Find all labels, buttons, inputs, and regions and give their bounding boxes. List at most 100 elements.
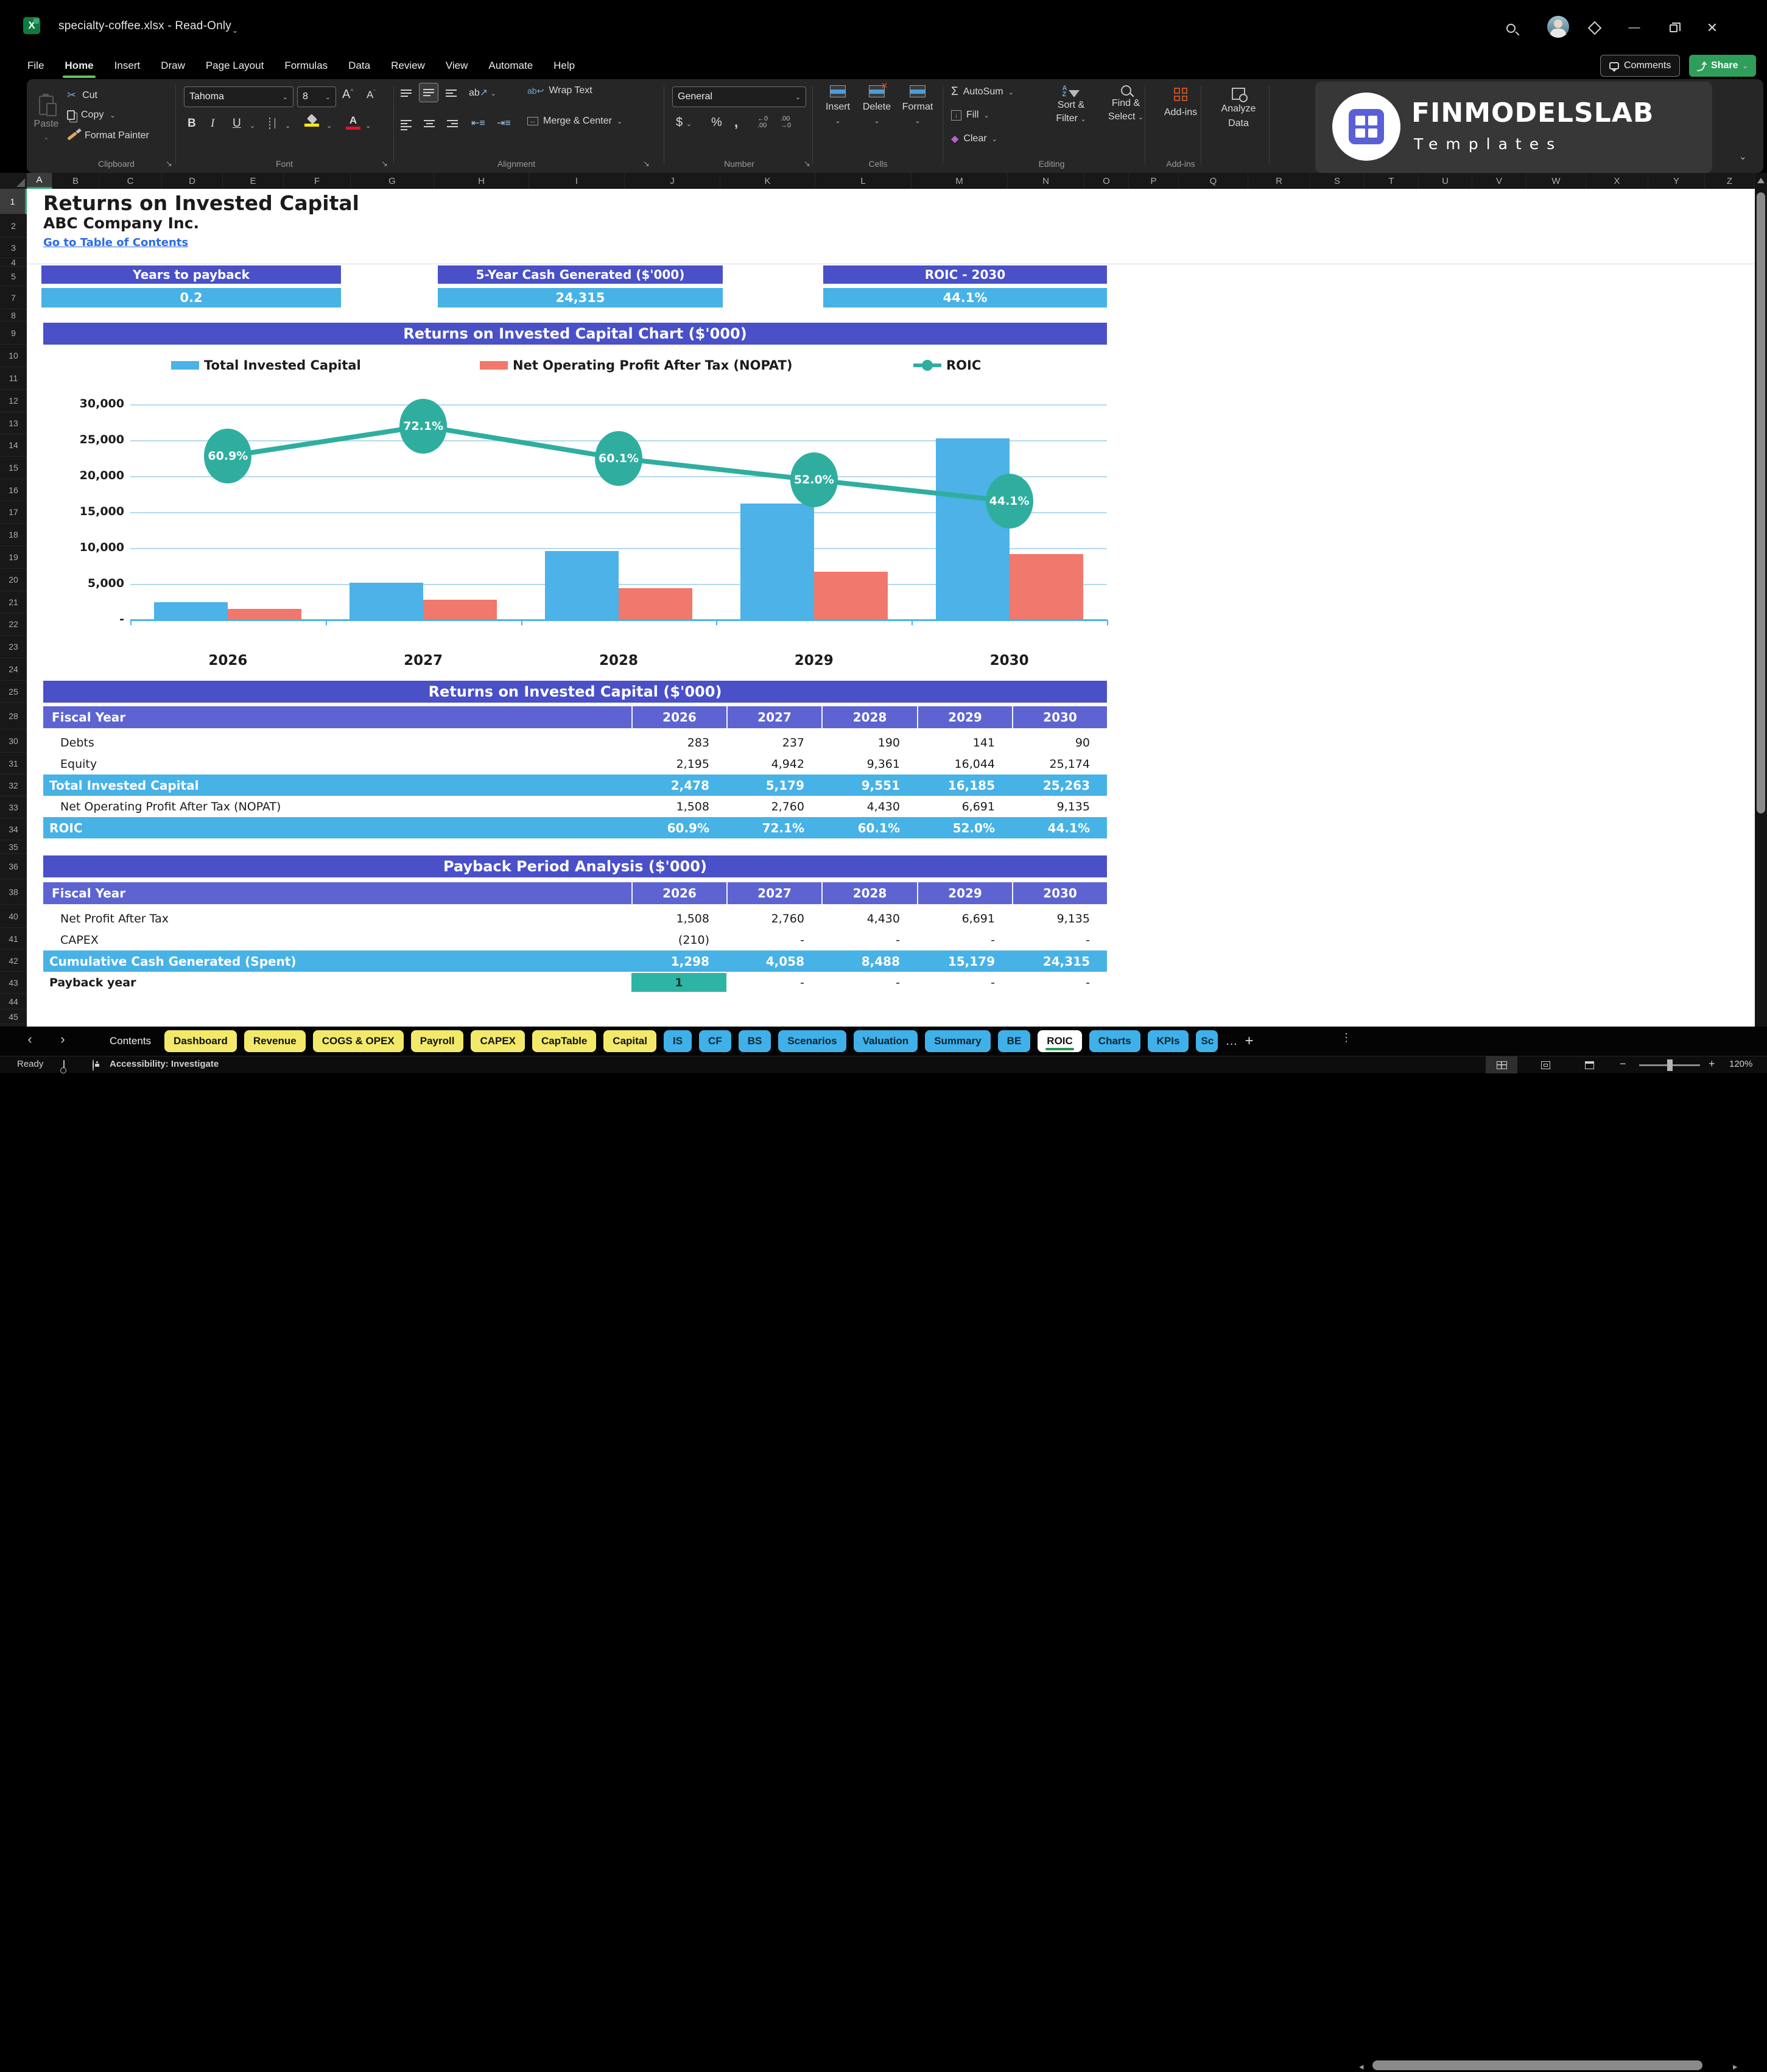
sheet-tab-capex[interactable]: CAPEX bbox=[471, 1030, 525, 1052]
tab-scroll-left[interactable]: ‹ bbox=[21, 1031, 39, 1047]
column-header-H[interactable]: H bbox=[434, 173, 529, 189]
sheet-tab-dashboard[interactable]: Dashboard bbox=[164, 1030, 237, 1052]
row-header-9[interactable]: 9 bbox=[0, 321, 27, 345]
align-left-button[interactable] bbox=[401, 118, 412, 132]
column-header-G[interactable]: G bbox=[351, 173, 434, 189]
align-top-button[interactable] bbox=[401, 88, 412, 99]
row-header-1[interactable]: 1 bbox=[0, 189, 27, 214]
column-header-D[interactable]: D bbox=[162, 173, 223, 189]
cut-button[interactable]: ✂ Cut bbox=[67, 89, 97, 102]
column-header-Z[interactable]: Z bbox=[1705, 173, 1755, 189]
menu-tab-view[interactable]: View bbox=[435, 55, 479, 77]
percent-style-button[interactable]: % bbox=[711, 116, 722, 130]
row-header-34[interactable]: 34 bbox=[0, 818, 27, 840]
zoom-level[interactable]: 120% bbox=[1729, 1059, 1752, 1069]
decrease-font-size-button[interactable]: Aˇ bbox=[367, 89, 376, 101]
sheet-tab-roic[interactable]: ROIC bbox=[1038, 1030, 1082, 1052]
sheet-tab-captable[interactable]: CapTable bbox=[532, 1030, 597, 1052]
sheet-tab-capital[interactable]: Capital bbox=[603, 1030, 656, 1052]
column-header-V[interactable]: V bbox=[1472, 173, 1526, 189]
comma-style-button[interactable]: , bbox=[734, 114, 738, 130]
italic-button[interactable]: I bbox=[211, 117, 214, 130]
clear-button[interactable]: ◆ Clear ⌄ bbox=[951, 133, 997, 145]
column-header-M[interactable]: M bbox=[912, 173, 1008, 189]
fill-color-chevron[interactable]: ⌄ bbox=[326, 122, 332, 130]
row-header-23[interactable]: 23 bbox=[0, 636, 27, 658]
row-header-16[interactable]: 16 bbox=[0, 479, 27, 501]
align-right-button[interactable] bbox=[447, 118, 458, 129]
underline-button[interactable]: U bbox=[233, 117, 241, 130]
row-header-38[interactable]: 38 bbox=[0, 879, 27, 905]
column-header-N[interactable]: N bbox=[1008, 173, 1084, 189]
row-header-3[interactable]: 3 bbox=[0, 237, 27, 258]
add-ins-button[interactable]: Add-ins bbox=[1154, 88, 1207, 118]
scroll-up-arrow[interactable] bbox=[1757, 178, 1765, 183]
format-cells-button[interactable]: Format ⌄ bbox=[899, 85, 936, 125]
page-layout-view-button[interactable] bbox=[1530, 1056, 1561, 1073]
row-header-15[interactable]: 15 bbox=[0, 457, 27, 479]
sheet-tab-revenue[interactable]: Revenue bbox=[244, 1030, 306, 1052]
sheet-tab-bs[interactable]: BS bbox=[738, 1030, 771, 1052]
page-break-view-button[interactable] bbox=[1573, 1056, 1605, 1073]
increase-font-size-button[interactable]: A^ bbox=[342, 88, 354, 102]
bold-button[interactable]: B bbox=[188, 117, 196, 130]
column-header-W[interactable]: W bbox=[1526, 173, 1586, 189]
row-header-36[interactable]: 36 bbox=[0, 854, 27, 879]
row-header-14[interactable]: 14 bbox=[0, 434, 27, 457]
menu-tab-home[interactable]: Home bbox=[54, 55, 104, 78]
row-header-12[interactable]: 12 bbox=[0, 390, 27, 412]
row-header-7[interactable]: 7 bbox=[0, 286, 27, 309]
insert-cells-button[interactable]: Insert ⌄ bbox=[820, 85, 856, 125]
sheet-tab-cogs-opex[interactable]: COGS & OPEX bbox=[312, 1030, 404, 1052]
row-header-5[interactable]: 5 bbox=[0, 267, 27, 286]
sheet-tab-valuation[interactable]: Valuation bbox=[853, 1030, 918, 1052]
row-header-19[interactable]: 19 bbox=[0, 546, 27, 569]
column-header-T[interactable]: T bbox=[1365, 173, 1419, 189]
column-header-Q[interactable]: Q bbox=[1179, 173, 1248, 189]
sheet-tab-kpis[interactable]: KPIs bbox=[1147, 1030, 1189, 1052]
menu-tab-file[interactable]: File bbox=[17, 55, 54, 77]
comments-button[interactable]: Comments bbox=[1600, 55, 1681, 77]
column-header-C[interactable]: C bbox=[99, 173, 162, 189]
menu-tab-insert[interactable]: Insert bbox=[104, 55, 151, 77]
row-header-13[interactable]: 13 bbox=[0, 412, 27, 434]
table-of-contents-link[interactable]: Go to Table of Contents bbox=[43, 236, 188, 249]
zoom-in-button[interactable]: + bbox=[1709, 1058, 1715, 1070]
share-button[interactable]: ⤴ Share ⌄ bbox=[1689, 55, 1756, 77]
row-header-17[interactable]: 17 bbox=[0, 501, 27, 524]
copy-button[interactable]: Copy ⌄ bbox=[67, 110, 116, 121]
column-header-X[interactable]: X bbox=[1586, 173, 1648, 189]
sheet-tab-summary[interactable]: Summary bbox=[925, 1030, 991, 1052]
restore-button[interactable] bbox=[1662, 18, 1684, 38]
font-size-select[interactable]: 8 ⌄ bbox=[297, 86, 336, 107]
column-header-J[interactable]: J bbox=[625, 173, 720, 189]
accessibility-icon[interactable] bbox=[93, 1059, 94, 1071]
delete-cells-button[interactable]: ✕ Delete ⌄ bbox=[859, 81, 895, 125]
font-dialog-launcher[interactable]: ↘ bbox=[381, 159, 388, 169]
row-header-21[interactable]: 21 bbox=[0, 591, 27, 613]
row-header-4[interactable]: 4 bbox=[0, 258, 27, 267]
menu-tab-page-layout[interactable]: Page Layout bbox=[195, 55, 274, 77]
row-header-8[interactable]: 8 bbox=[0, 309, 27, 321]
column-header-P[interactable]: P bbox=[1129, 173, 1179, 189]
fill-color-button[interactable] bbox=[304, 114, 319, 127]
sheet-tab-contents[interactable]: Contents bbox=[104, 1030, 157, 1052]
increase-decimal-button[interactable]: ←0.00 bbox=[757, 116, 768, 129]
fill-button[interactable]: ↓ Fill ⌄ bbox=[951, 110, 989, 121]
analyze-data-button[interactable]: Analyze Data bbox=[1209, 88, 1268, 129]
alignment-dialog-launcher[interactable]: ↘ bbox=[643, 159, 650, 169]
wrap-text-button[interactable]: ab↩ Wrap Text bbox=[527, 85, 592, 96]
menu-tab-review[interactable]: Review bbox=[381, 55, 435, 77]
increase-indent-button[interactable]: ⇥≡ bbox=[497, 117, 511, 129]
row-header-35[interactable]: 35 bbox=[0, 840, 27, 854]
column-header-U[interactable]: U bbox=[1419, 173, 1472, 189]
row-header-24[interactable]: 24 bbox=[0, 658, 27, 681]
row-header-45[interactable]: 45 bbox=[0, 1010, 27, 1024]
accounting-format-button[interactable]: $ ⌄ bbox=[676, 116, 692, 130]
accessibility-status[interactable]: Accessibility: Investigate bbox=[110, 1059, 219, 1069]
sheet-tab-payroll[interactable]: Payroll bbox=[410, 1030, 464, 1052]
menu-tab-formulas[interactable]: Formulas bbox=[274, 55, 338, 77]
search-icon[interactable] bbox=[1500, 18, 1522, 38]
font-color-button[interactable]: A bbox=[346, 114, 360, 130]
row-header-30[interactable]: 30 bbox=[0, 729, 27, 753]
